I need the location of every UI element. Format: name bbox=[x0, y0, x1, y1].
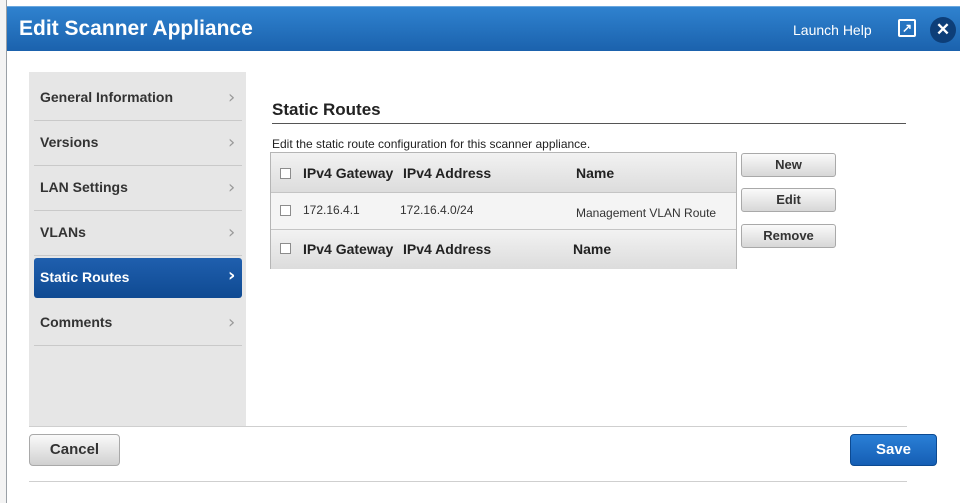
remove-button[interactable]: Remove bbox=[741, 224, 836, 248]
chevron-right-icon: › bbox=[228, 312, 236, 333]
section-title: Static Routes bbox=[272, 100, 381, 119]
column-header-ipv4-gateway[interactable]: IPv4 Gateway bbox=[303, 165, 393, 181]
sidebar-nav: General Information › Versions › LAN Set… bbox=[29, 72, 246, 426]
select-all-checkbox[interactable] bbox=[280, 168, 291, 179]
section-description: Edit the static route configuration for … bbox=[272, 137, 591, 151]
chevron-right-icon: › bbox=[228, 222, 236, 243]
select-all-checkbox[interactable] bbox=[280, 243, 291, 254]
table-footer-header: IPv4 Gateway IPv4 Address Name bbox=[271, 229, 736, 269]
sidebar-item-label: General Information bbox=[40, 89, 174, 105]
static-routes-table: IPv4 Gateway IPv4 Address Name 172.16.4.… bbox=[270, 152, 737, 269]
table-row[interactable]: 172.16.4.1 172.16.4.0/24 Management VLAN… bbox=[271, 193, 736, 229]
chevron-right-icon: › bbox=[228, 132, 236, 153]
edit-button[interactable]: Edit bbox=[741, 188, 836, 212]
save-button[interactable]: Save bbox=[850, 434, 937, 466]
bottom-divider bbox=[29, 481, 907, 482]
cell-name: Management VLAN Route bbox=[576, 206, 717, 220]
dialog-title: Edit Scanner Appliance bbox=[19, 17, 253, 40]
sidebar-item-vlans[interactable]: VLANs › bbox=[34, 211, 242, 256]
sidebar-item-label: Static Routes bbox=[40, 269, 130, 285]
new-button[interactable]: New bbox=[741, 153, 836, 177]
section-divider bbox=[272, 123, 906, 124]
cell-ipv4-gateway: 172.16.4.1 bbox=[303, 203, 360, 217]
sidebar-item-label: VLANs bbox=[40, 224, 86, 240]
column-header-name[interactable]: Name bbox=[576, 165, 614, 181]
popout-icon[interactable]: ↗ bbox=[898, 19, 916, 37]
sidebar-item-lan-settings[interactable]: LAN Settings › bbox=[34, 166, 242, 211]
cell-ipv4-address: 172.16.4.0/24 bbox=[400, 203, 474, 217]
column-header-ipv4-address[interactable]: IPv4 Address bbox=[403, 165, 491, 181]
sidebar-item-label: Comments bbox=[40, 314, 113, 330]
cancel-button[interactable]: Cancel bbox=[29, 434, 120, 466]
column-header-ipv4-address[interactable]: IPv4 Address bbox=[403, 241, 491, 257]
sidebar-item-general-information[interactable]: General Information › bbox=[34, 76, 242, 121]
dialog-titlebar: Edit Scanner Appliance Launch Help ↗ ✕ bbox=[7, 6, 960, 51]
chevron-right-icon: › bbox=[228, 87, 236, 108]
footer-divider bbox=[29, 426, 907, 427]
chevron-right-icon: › bbox=[228, 177, 236, 198]
row-checkbox[interactable] bbox=[280, 205, 291, 216]
sidebar-item-label: Versions bbox=[40, 134, 99, 150]
sidebar-item-comments[interactable]: Comments › bbox=[34, 301, 242, 346]
chevron-right-icon: › bbox=[228, 265, 236, 286]
sidebar-item-label: LAN Settings bbox=[40, 179, 128, 195]
sidebar-item-versions[interactable]: Versions › bbox=[34, 121, 242, 166]
close-icon[interactable]: ✕ bbox=[930, 17, 956, 43]
dialog-window: Edit Scanner Appliance Launch Help ↗ ✕ G… bbox=[0, 0, 960, 503]
launch-help-link[interactable]: Launch Help bbox=[793, 22, 872, 38]
column-header-name[interactable]: Name bbox=[573, 241, 611, 257]
column-header-ipv4-gateway[interactable]: IPv4 Gateway bbox=[303, 241, 393, 257]
table-header: IPv4 Gateway IPv4 Address Name bbox=[271, 153, 736, 193]
sidebar-item-static-routes[interactable]: Static Routes › bbox=[34, 258, 242, 298]
